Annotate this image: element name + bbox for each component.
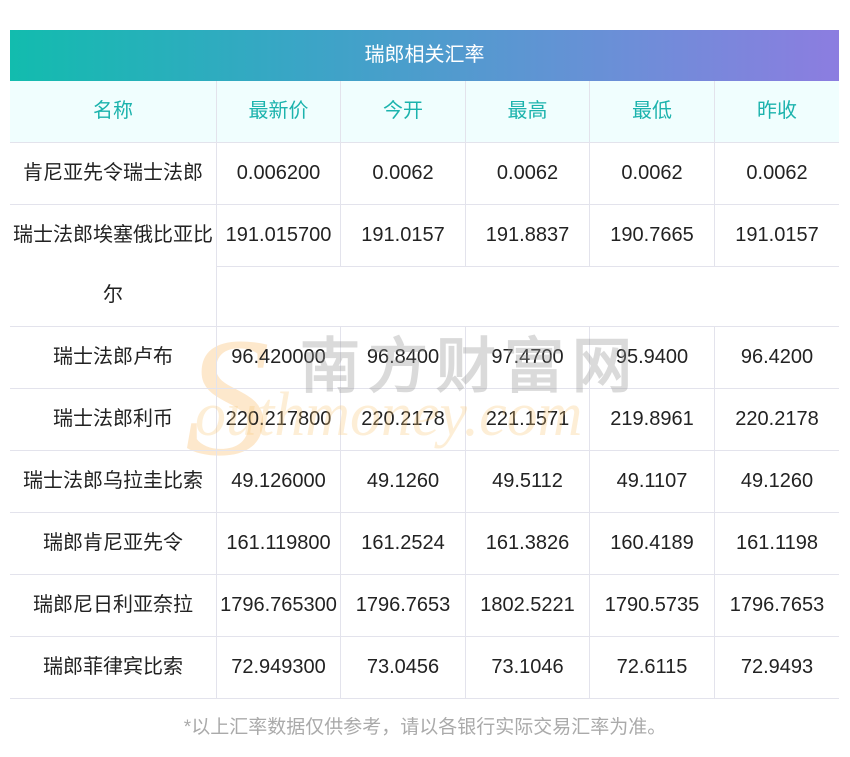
table-row: 肯尼亚先令瑞士法郎 0.006200 0.0062 0.0062 0.0062 0.006… [10, 143, 839, 205]
currency-pair-name: 瑞郎尼日利亚奈拉 [10, 575, 217, 636]
currency-pair-name: 瑞士法郎埃塞俄比亚比尔 [10, 205, 217, 326]
rate-value: 161.2524 [341, 513, 466, 574]
table-row: 瑞郎菲律宾比索 72.949300 73.0456 73.1046 72.6115 72.… [10, 637, 839, 699]
column-header: 昨收 [757, 100, 797, 122]
rate-value: 220.2178 [341, 389, 466, 450]
table-row: 瑞士法郎利币 220.217800 220.2178 221.1571 219.8961… [10, 389, 839, 451]
rate-value: 0.0062 [746, 162, 808, 184]
rate-value: 221.1571 [466, 389, 590, 450]
rate-value: 72.9493 [740, 656, 814, 678]
rate-value: 49.5112 [466, 451, 590, 512]
rate-value: 73.1046 [466, 637, 590, 698]
table-row: 瑞郎尼日利亚奈拉 1796.765300 1796.7653 1802.5221 179… [10, 575, 839, 637]
rate-value: 96.420000 [217, 327, 341, 388]
rate-value: 49.126000 [217, 451, 341, 512]
rate-value: 190.7665 [590, 205, 715, 266]
rate-value: 191.0157 [341, 205, 466, 266]
table-row: 瑞士法郎埃塞俄比亚比尔 191.015700 191.0157 191.8837 190… [10, 205, 839, 327]
column-header: 最低 [590, 81, 715, 142]
column-header: 今开 [341, 81, 466, 142]
rate-value: 1796.7653 [729, 594, 825, 616]
rate-value: 0.006200 [217, 143, 341, 204]
rate-value: 161.1198 [736, 532, 818, 554]
rate-value: 160.4189 [590, 513, 715, 574]
rate-value: 0.0062 [466, 143, 590, 204]
rate-value: 0.0062 [341, 143, 466, 204]
table-header: 名称 最新价 今开 最高 最低 昨收 [10, 81, 839, 143]
currency-pair-name: 瑞郎肯尼亚先令 [10, 513, 217, 574]
rate-value: 1796.765300 [217, 575, 341, 636]
rate-value: 161.119800 [217, 513, 341, 574]
footer-note: *以上汇率数据仅供参考，请以各银行实际交易汇率为准。 [183, 717, 667, 738]
rate-value: 219.8961 [590, 389, 715, 450]
rate-value: 97.4700 [466, 327, 590, 388]
rate-value: 1796.7653 [341, 575, 466, 636]
rate-value: 161.3826 [466, 513, 590, 574]
currency-pair-name: 瑞士法郎卢布 [10, 327, 217, 388]
table-row: 瑞士法郎乌拉圭比索 49.126000 49.1260 49.5112 49.1107 4… [10, 451, 839, 513]
column-header: 名称 [10, 81, 217, 142]
table-title: 瑞郎相关汇率 [10, 30, 839, 81]
column-header: 最高 [466, 81, 590, 142]
rate-value: 191.0157 [735, 224, 819, 246]
rate-value: 49.1260 [740, 470, 814, 492]
rate-value: 73.0456 [341, 637, 466, 698]
rate-value: 1802.5221 [466, 575, 590, 636]
rate-value: 0.0062 [590, 143, 715, 204]
rate-value: 191.015700 [217, 205, 341, 266]
rate-value: 220.217800 [217, 389, 341, 450]
rate-value: 96.4200 [740, 346, 814, 368]
table-row: 瑞士法郎卢布 96.420000 96.8400 97.4700 95.9400 96.4… [10, 327, 839, 389]
rate-value: 1790.5735 [590, 575, 715, 636]
currency-pair-name: 瑞郎菲律宾比索 [10, 637, 217, 698]
rate-value: 95.9400 [590, 327, 715, 388]
rate-value: 49.1107 [590, 451, 715, 512]
rate-value: 220.2178 [735, 408, 819, 430]
rate-table: 瑞郎相关汇率 名称 最新价 今开 最高 最低 昨收 肯尼亚先令瑞士法郎 0.006200 0.… [10, 30, 839, 699]
column-header: 最新价 [217, 81, 341, 142]
rate-value: 191.8837 [466, 205, 590, 266]
table-row: 瑞郎肯尼亚先令 161.119800 161.2524 161.3826 160.418… [10, 513, 839, 575]
rate-value: 49.1260 [341, 451, 466, 512]
rate-value: 72.6115 [590, 637, 715, 698]
rate-value: 72.949300 [217, 637, 341, 698]
currency-pair-name: 瑞士法郎乌拉圭比索 [10, 451, 217, 512]
currency-pair-name: 肯尼亚先令瑞士法郎 [10, 143, 217, 204]
rate-value: 96.8400 [341, 327, 466, 388]
currency-pair-name: 瑞士法郎利币 [10, 389, 217, 450]
